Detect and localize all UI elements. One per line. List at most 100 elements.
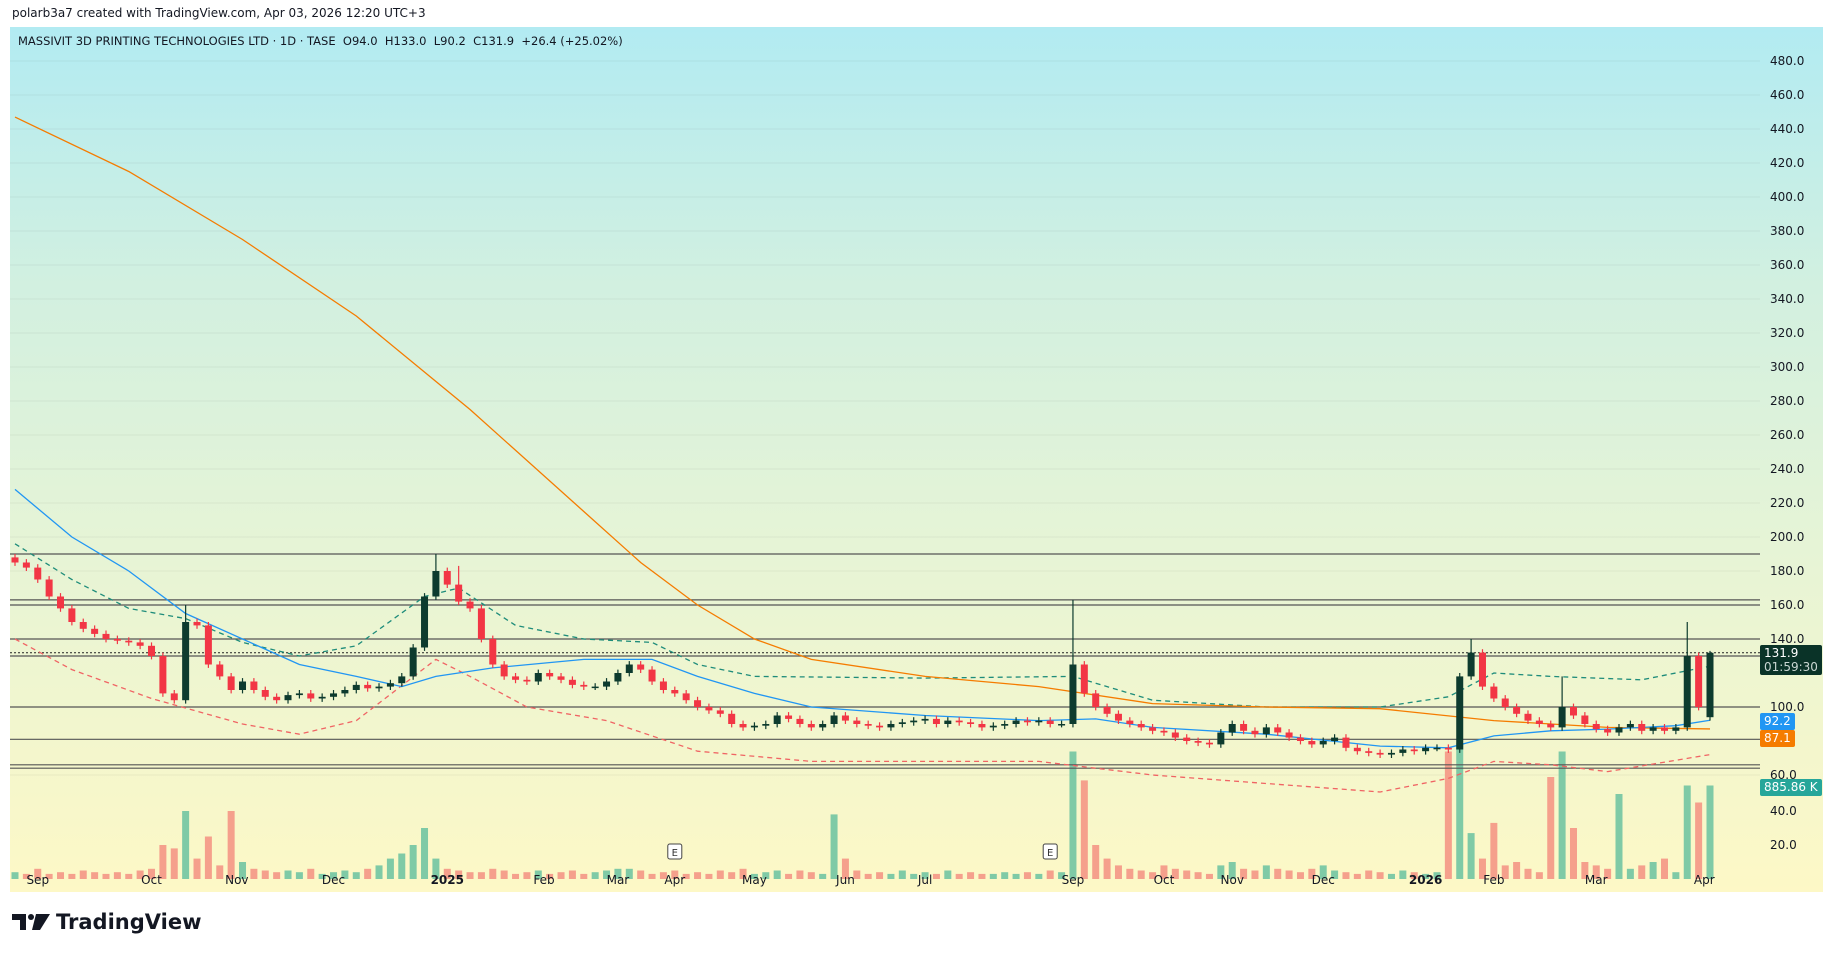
y-tick-label: 360.0 (1770, 258, 1804, 272)
volume-bar (728, 872, 736, 879)
candle-body (136, 642, 144, 646)
last-price: 131.9 (1764, 646, 1799, 660)
candle-body (728, 713, 736, 724)
plot-group (10, 60, 1760, 879)
candle-body (352, 684, 360, 690)
candle-body (682, 693, 690, 701)
volume-bar (1547, 777, 1555, 879)
y-tick-label: 180.0 (1770, 564, 1804, 578)
band-lower-line (14, 638, 1711, 793)
volume-bar (876, 872, 884, 879)
candle-body (1331, 737, 1339, 741)
volume-bar (898, 870, 906, 879)
candle-body (1137, 724, 1145, 728)
volume-bar (1524, 868, 1532, 879)
candle-body (750, 725, 758, 728)
candle-body (1342, 737, 1350, 748)
candle-body (1581, 715, 1589, 724)
candle-body (864, 724, 872, 726)
candle-body (603, 681, 611, 687)
x-tick-label: Sep (26, 873, 49, 887)
volume-bar (193, 858, 201, 879)
volume-bar (1069, 751, 1077, 879)
y-tick-label: 340.0 (1770, 292, 1804, 306)
x-tick-label: Dec (1312, 873, 1335, 887)
volume-bar (1126, 868, 1134, 879)
volume-bar (466, 872, 474, 879)
candle-body (773, 715, 781, 724)
candle-body (386, 683, 394, 687)
volume-bar (170, 848, 178, 879)
volume-bar (1183, 870, 1191, 879)
candle-body (34, 567, 42, 580)
volume-bar (887, 873, 895, 879)
candle-body (568, 679, 576, 685)
candle-body (1274, 727, 1282, 733)
candle-body (614, 673, 622, 682)
candle-body (932, 718, 940, 724)
candle-body (91, 628, 99, 634)
y-tick-label: 460.0 (1770, 88, 1804, 102)
candle-body (887, 724, 895, 728)
candle-body (455, 584, 463, 602)
volume-bar (1490, 822, 1498, 879)
candle-body (898, 722, 906, 724)
price-chart[interactable]: 480.0 460.0 440.0 420.0 400.0 380.0 360.0 340.0… (0, 0, 1835, 953)
candle-body (1217, 732, 1225, 745)
y-tick-label: 280.0 (1770, 394, 1804, 408)
volume-bar (1353, 873, 1361, 879)
volume-bar (1274, 868, 1282, 879)
candle-body (182, 622, 190, 701)
volume-bar (1205, 873, 1213, 879)
tradingview-logo-icon (12, 914, 50, 930)
ma-orange-badge: 87.1 (1760, 730, 1795, 747)
volume-bar (785, 873, 793, 879)
candle-body (1285, 732, 1293, 738)
candle-body (1080, 664, 1088, 694)
x-tick-label: Mar (1585, 873, 1608, 887)
volume-bar (204, 836, 212, 879)
candle-body (1171, 732, 1179, 738)
volume-bar (1569, 828, 1577, 879)
volume-bar (637, 870, 645, 879)
volume-bar (398, 853, 406, 879)
earnings-marker-label: E (672, 848, 678, 859)
candle-body (1046, 720, 1054, 724)
ma-blue-line (14, 488, 1711, 749)
volume-bar (932, 873, 940, 879)
volume-bar (1103, 858, 1111, 879)
x-tick-label: Feb (533, 873, 554, 887)
volume-bar (1046, 870, 1054, 879)
x-tick-label: Feb (1483, 873, 1504, 887)
y-tick-label: 200.0 (1770, 530, 1804, 544)
candle-body (1569, 707, 1577, 716)
volume-bar (1092, 845, 1100, 879)
volume-bar (864, 873, 872, 879)
candle-body (1012, 720, 1020, 724)
volume-bar (216, 865, 224, 879)
candle-body (330, 693, 338, 697)
candle-body (659, 681, 667, 690)
tradingview-logo[interactable]: TradingView (12, 910, 201, 934)
x-tick-label: Apr (1694, 873, 1715, 887)
candle-body (1592, 724, 1600, 730)
candle-body (694, 700, 702, 707)
candle-body (705, 707, 713, 711)
y-tick-label: 380.0 (1770, 224, 1804, 238)
candle-body (193, 622, 201, 626)
y-tick-label: 440.0 (1770, 122, 1804, 136)
volume-bar (694, 872, 702, 879)
x-tick-label: Mar (607, 873, 630, 887)
candle-body (557, 676, 565, 680)
volume-bar (716, 870, 724, 879)
candle-body (580, 684, 588, 687)
candle-body (762, 724, 770, 726)
volume-bar (1660, 858, 1668, 879)
candle-body (1672, 727, 1680, 731)
candle-body (466, 601, 474, 609)
volume-bar (250, 868, 258, 879)
candle-body (1615, 727, 1623, 733)
candle-body (1035, 720, 1043, 723)
volume-bar (421, 828, 429, 879)
volume-bar (261, 870, 269, 879)
